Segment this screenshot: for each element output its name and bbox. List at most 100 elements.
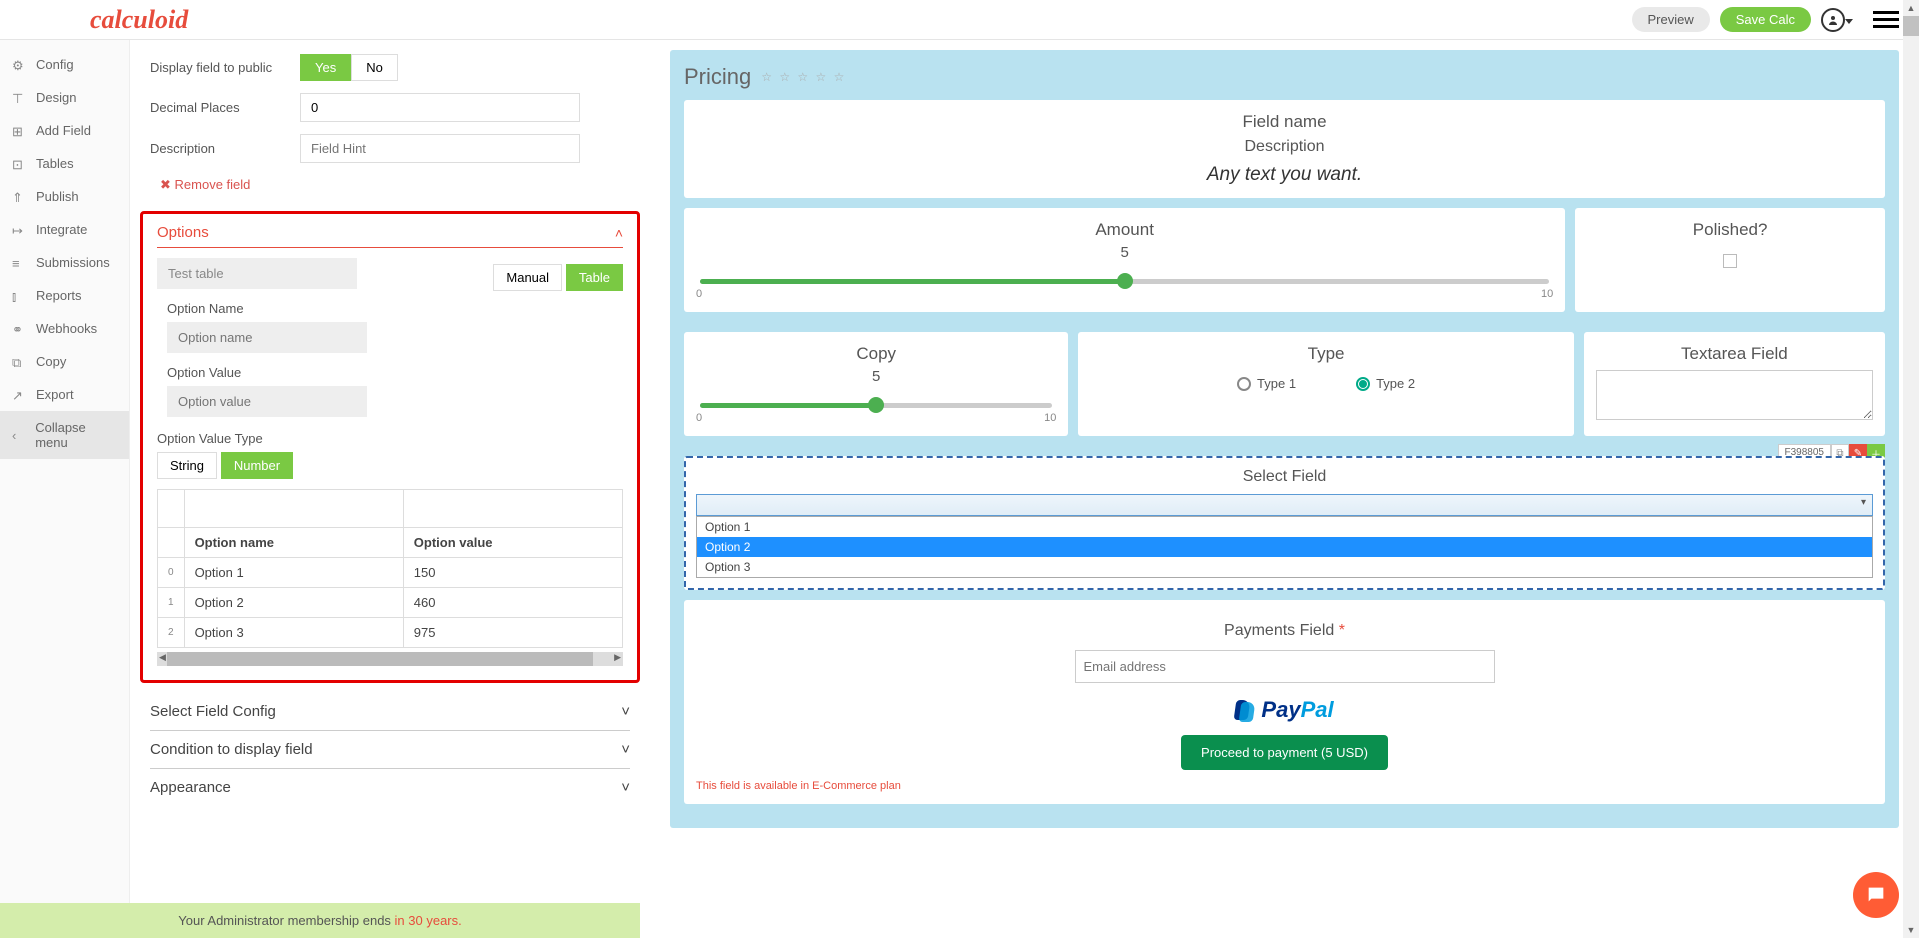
any-text: Any text you want.: [696, 164, 1873, 186]
table-row[interactable]: 0 Option 1 150: [158, 558, 623, 588]
membership-footer: Your Administrator membership ends in 30…: [0, 903, 640, 938]
polished-label: Polished?: [1587, 220, 1873, 240]
sidebar-item-submissions[interactable]: ≡Submissions: [0, 246, 129, 279]
idx-head: [158, 490, 185, 528]
sidebar-item-label: Publish: [36, 189, 79, 204]
sidebar-item-label: Collapse menu: [35, 420, 117, 450]
hamburger-menu-icon[interactable]: [1873, 7, 1899, 32]
table-row[interactable]: 1 Option 2 460: [158, 588, 623, 618]
slider-thumb[interactable]: [868, 397, 884, 413]
manual-button[interactable]: Manual: [493, 264, 562, 291]
section-label: Condition to display field: [150, 741, 313, 758]
option-name-input[interactable]: [167, 322, 367, 353]
decimal-input[interactable]: [300, 93, 580, 122]
select-dropdown[interactable]: [696, 494, 1873, 516]
options-header[interactable]: Options ˄: [157, 224, 623, 248]
option-value-input[interactable]: [167, 386, 367, 417]
integrate-icon: ↦: [12, 223, 26, 237]
copy-label: Copy: [696, 344, 1056, 364]
sidebar-item-webhooks[interactable]: ⚭Webhooks: [0, 312, 129, 345]
chevron-down-icon: ˅: [621, 779, 630, 796]
scroll-down-icon: ▼: [1903, 922, 1919, 938]
sidebar-item-publish[interactable]: ⇑ Publish: [0, 180, 129, 213]
display-no-button[interactable]: No: [351, 54, 398, 81]
slider-range: 0 10: [696, 288, 1553, 300]
scrollbar-thumb[interactable]: [1903, 16, 1919, 36]
sidebar-item-config[interactable]: ⚙Config: [0, 48, 129, 81]
table-button[interactable]: Table: [566, 264, 623, 291]
dropdown-option-highlighted[interactable]: Option 2: [697, 537, 1872, 557]
amount-value: 5: [696, 244, 1553, 261]
table-name-input[interactable]: [157, 258, 357, 289]
table-icon: ⊡: [12, 157, 26, 171]
string-button[interactable]: String: [157, 452, 217, 479]
plus-icon: ⊞: [12, 124, 26, 138]
dropdown-option[interactable]: Option 3: [697, 557, 1872, 577]
chat-bubble-button[interactable]: [1853, 872, 1899, 918]
left-config-panel: Display field to public Yes No Decimal P…: [130, 40, 640, 938]
sidebar-item-design[interactable]: ⊤Design: [0, 81, 129, 114]
sidebar-item-label: Reports: [36, 288, 82, 303]
scrollbar-thumb[interactable]: [167, 652, 593, 666]
description-text: Description: [696, 138, 1873, 156]
copy-slider[interactable]: [700, 403, 1052, 408]
description-input[interactable]: [300, 134, 580, 163]
type2-radio[interactable]: Type 2: [1356, 376, 1415, 391]
top-bar: calculoid Preview Save Calc: [0, 0, 1919, 40]
rating-stars-icon[interactable]: ☆ ☆ ☆ ☆ ☆: [761, 70, 846, 84]
filter-name-input[interactable]: [195, 497, 393, 520]
row-val: 975: [403, 618, 622, 648]
scroll-up-icon: ▲: [1903, 0, 1919, 16]
textarea-input[interactable]: [1596, 370, 1873, 420]
appearance-section[interactable]: Appearance ˅: [150, 769, 630, 806]
sidebar-item-copy[interactable]: ⧉Copy: [0, 345, 129, 378]
option-name-label: Option Name: [167, 301, 623, 316]
copy-icon: ⧉: [12, 355, 26, 369]
page-vertical-scrollbar[interactable]: ▲ ▼: [1903, 0, 1919, 938]
user-menu-icon[interactable]: [1821, 8, 1845, 32]
pricing-container: Pricing ☆ ☆ ☆ ☆ ☆ Field name Description…: [670, 50, 1899, 828]
sidebar-item-integrate[interactable]: ↦Integrate: [0, 213, 129, 246]
condition-section[interactable]: Condition to display field ˅: [150, 731, 630, 769]
sidebar-item-add-field[interactable]: ⊞ Add Field: [0, 114, 129, 147]
value-type-label: Option Value Type: [157, 431, 623, 446]
display-field-row: Display field to public Yes No: [150, 48, 630, 87]
remove-field-link[interactable]: ✖ Remove field: [150, 169, 250, 201]
slider-thumb[interactable]: [1117, 273, 1133, 289]
number-button[interactable]: Number: [221, 452, 293, 479]
display-field-label: Display field to public: [150, 60, 300, 75]
amount-slider[interactable]: [700, 279, 1549, 284]
publish-icon: ⇑: [12, 190, 26, 204]
table-horizontal-scrollbar[interactable]: ◀ ▶: [157, 652, 623, 666]
select-field-title: Select Field: [696, 468, 1873, 486]
email-input[interactable]: [1075, 650, 1495, 683]
polished-checkbox[interactable]: [1723, 254, 1737, 268]
slider-fill: [700, 279, 1125, 284]
dropdown-option[interactable]: Option 1: [697, 517, 1872, 537]
slider-range: 0 10: [696, 412, 1056, 424]
table-row[interactable]: 2 Option 3 975: [158, 618, 623, 648]
sidebar-item-label: Webhooks: [36, 321, 97, 336]
proceed-payment-button[interactable]: Proceed to payment (5 USD): [1181, 735, 1388, 770]
paypal-logo: PayPal: [696, 697, 1873, 723]
sidebar-item-reports[interactable]: ⫾Reports: [0, 279, 129, 312]
sidebar-collapse-menu[interactable]: ‹ Collapse menu: [0, 411, 129, 459]
section-label: Appearance: [150, 779, 231, 796]
amount-card: Amount 5 0 10: [684, 208, 1565, 312]
sidebar: ⚙Config ⊤Design ⊞ Add Field ⊡Tables ⇑ Publ…: [0, 40, 130, 938]
sidebar-item-tables[interactable]: ⊡Tables: [0, 147, 129, 180]
sidebar-item-label: Export: [36, 387, 74, 402]
filter-value-input[interactable]: [414, 497, 612, 520]
col-option-value: Option value: [403, 528, 622, 558]
radio-label: Type 1: [1257, 376, 1296, 391]
sidebar-item-label: Add Field: [36, 123, 91, 138]
select-field-config-section[interactable]: Select Field Config ˅: [150, 693, 630, 731]
type1-radio[interactable]: Type 1: [1237, 376, 1296, 391]
sidebar-item-export[interactable]: ↗Export: [0, 378, 129, 411]
required-star-icon: *: [1339, 622, 1345, 639]
chevron-left-icon: ‹: [12, 428, 25, 442]
display-yes-button[interactable]: Yes: [300, 54, 351, 81]
preview-button[interactable]: Preview: [1632, 7, 1710, 32]
content: Display field to public Yes No Decimal P…: [130, 40, 1919, 938]
save-calc-button[interactable]: Save Calc: [1720, 7, 1811, 32]
